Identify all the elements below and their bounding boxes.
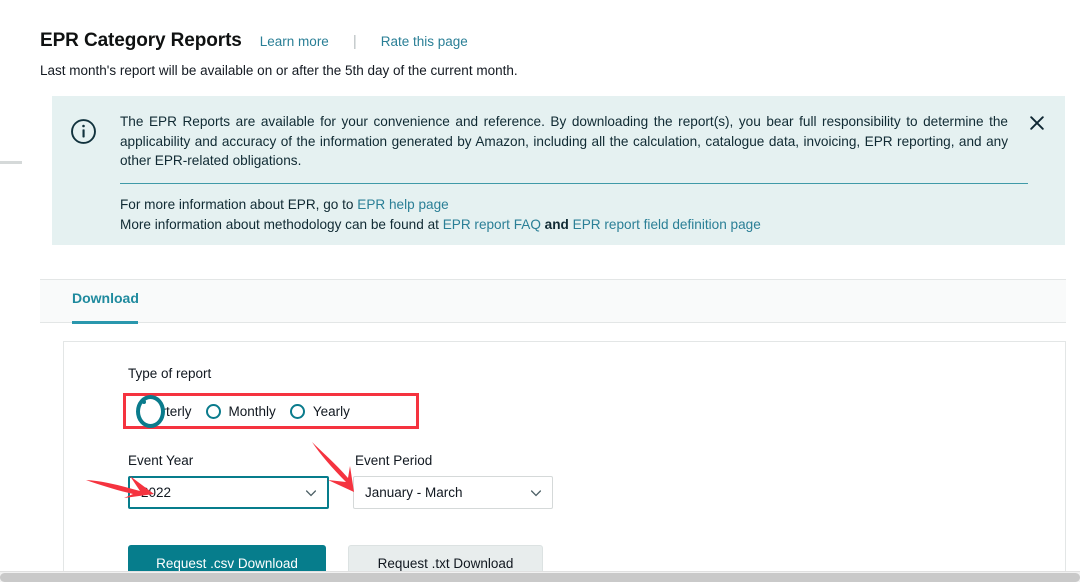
info-banner-line-1: For more information about EPR, go to EP… [120,195,1051,216]
info-banner-line-2: More information about methodology can b… [120,215,1051,236]
horizontal-scrollbar-thumb[interactable] [0,573,1080,582]
radio-yearly-label: Yearly [312,403,350,419]
type-of-report-label: Type of report [128,366,212,381]
event-period-value: January - March [365,485,463,500]
event-year-value: 2022 [141,485,172,500]
chevron-down-icon [305,487,317,499]
epr-help-prefix: For more information about EPR, go to [120,196,358,212]
event-period-label: Event Period [355,453,433,468]
chevron-down-icon [530,487,542,499]
event-period-select[interactable]: January - March [353,476,553,509]
close-icon[interactable] [1028,114,1048,134]
left-edge-divider [0,161,22,164]
epr-report-field-definition-link[interactable]: EPR report field definition page [573,217,761,232]
page-header: EPR Category Reports Learn more | Rate t… [40,30,468,52]
horizontal-scrollbar[interactable] [0,571,1080,582]
learn-more-link[interactable]: Learn more [260,34,329,49]
info-banner-body: The EPR Reports are available for your c… [104,110,1051,245]
methodology-prefix: More information about methodology can b… [120,217,443,232]
radio-option-quarterly[interactable]: Quarterly [136,394,192,428]
tab-bar: Download [40,279,1066,324]
radio-monthly-label: Monthly [228,403,276,419]
info-circle-icon [70,110,104,245]
info-banner-divider [120,182,1028,184]
page-root: EPR Category Reports Learn more | Rate t… [0,0,1080,582]
download-panel [63,341,1066,573]
info-banner-links: For more information about EPR, go to EP… [120,195,1051,236]
epr-help-page-link[interactable]: EPR help page [357,197,448,212]
event-year-label: Event Year [128,453,194,468]
radio-option-monthly[interactable]: Monthly [205,403,276,419]
radio-yearly-indicator[interactable] [289,403,305,419]
tab-active-indicator [72,321,138,324]
epr-report-faq-link[interactable]: EPR report FAQ [443,217,541,232]
tab-download[interactable]: Download [72,290,139,318]
radio-quarterly-indicator[interactable] [136,394,165,428]
page-subtitle: Last month's report will be available on… [40,63,518,78]
radio-option-yearly[interactable]: Yearly [289,403,350,419]
header-separator: | [352,33,357,50]
links-conjunction: and [540,217,573,232]
info-banner: The EPR Reports are available for your c… [52,96,1065,245]
type-of-report-radio-group[interactable]: Quarterly Monthly Yearly [123,393,419,429]
page-title: EPR Category Reports [40,30,242,51]
rate-this-page-link[interactable]: Rate this page [381,34,468,49]
event-year-select[interactable]: 2022 [128,476,329,509]
info-banner-paragraph: The EPR Reports are available for your c… [120,114,1008,168]
radio-monthly-indicator[interactable] [205,403,221,419]
